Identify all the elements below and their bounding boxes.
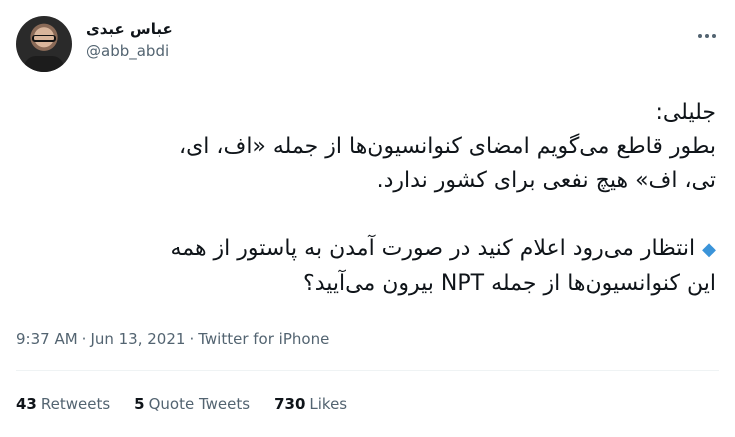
likes-label: Likes [309, 395, 348, 413]
more-horizontal-icon[interactable] [695, 26, 719, 46]
more-dot [705, 34, 709, 38]
retweets-label: Retweets [40, 395, 111, 413]
separator: · [81, 330, 87, 348]
tweet-time[interactable]: 9:37 AM [16, 330, 78, 348]
user-meta: عباس عبدی @abb_abdi [86, 20, 173, 60]
quote-tweets-stat[interactable]: 5 Quote Tweets [134, 395, 250, 413]
tweet-source[interactable]: Twitter for iPhone [198, 330, 329, 348]
quotes-label: Quote Tweets [148, 395, 251, 413]
avatar-shirt [24, 56, 64, 72]
tweet-line: جلیلی: [655, 100, 716, 125]
tweet-header: عباس عبدی @abb_abdi [16, 12, 721, 76]
tweet-text: جلیلی: بطور قاطع می‌گویم امضای کنوانسیون… [16, 96, 716, 301]
tweet-line: تی، اف» هیچ نفعی برای کشور ندارد. [376, 168, 716, 193]
avatar[interactable] [16, 16, 72, 72]
display-name[interactable]: عباس عبدی [86, 20, 173, 38]
avatar-glasses [32, 35, 56, 42]
tweet-line: ◆ انتظار می‌رود اعلام کنید در صورت آمدن … [16, 232, 716, 267]
quotes-count: 5 [134, 395, 145, 413]
tweet-line: بطور قاطع می‌گویم امضای کنوانسیون‌ها از … [178, 134, 716, 159]
tweet-line: این کنوانسیون‌ها از جمله NPT بیرون می‌آی… [303, 271, 716, 296]
retweets-stat[interactable]: 43 Retweets [16, 395, 110, 413]
divider [16, 370, 719, 371]
likes-stat[interactable]: 730 Likes [274, 395, 347, 413]
tweet-line-text: انتظار می‌رود اعلام کنید در صورت آمدن به… [170, 236, 696, 261]
engagement-stats: 43 Retweets 5 Quote Tweets 730 Likes [16, 395, 347, 413]
user-handle[interactable]: @abb_abdi [86, 42, 173, 60]
more-dot [698, 34, 702, 38]
tweet-date[interactable]: Jun 13, 2021 [90, 330, 185, 348]
retweets-count: 43 [16, 395, 37, 413]
likes-count: 730 [274, 395, 306, 413]
separator: · [189, 330, 195, 348]
more-dot [712, 34, 716, 38]
blue-diamond-icon: ◆ [702, 239, 716, 260]
tweet-timestamp: 9:37 AM · Jun 13, 2021 · Twitter for iPhone [16, 330, 329, 348]
